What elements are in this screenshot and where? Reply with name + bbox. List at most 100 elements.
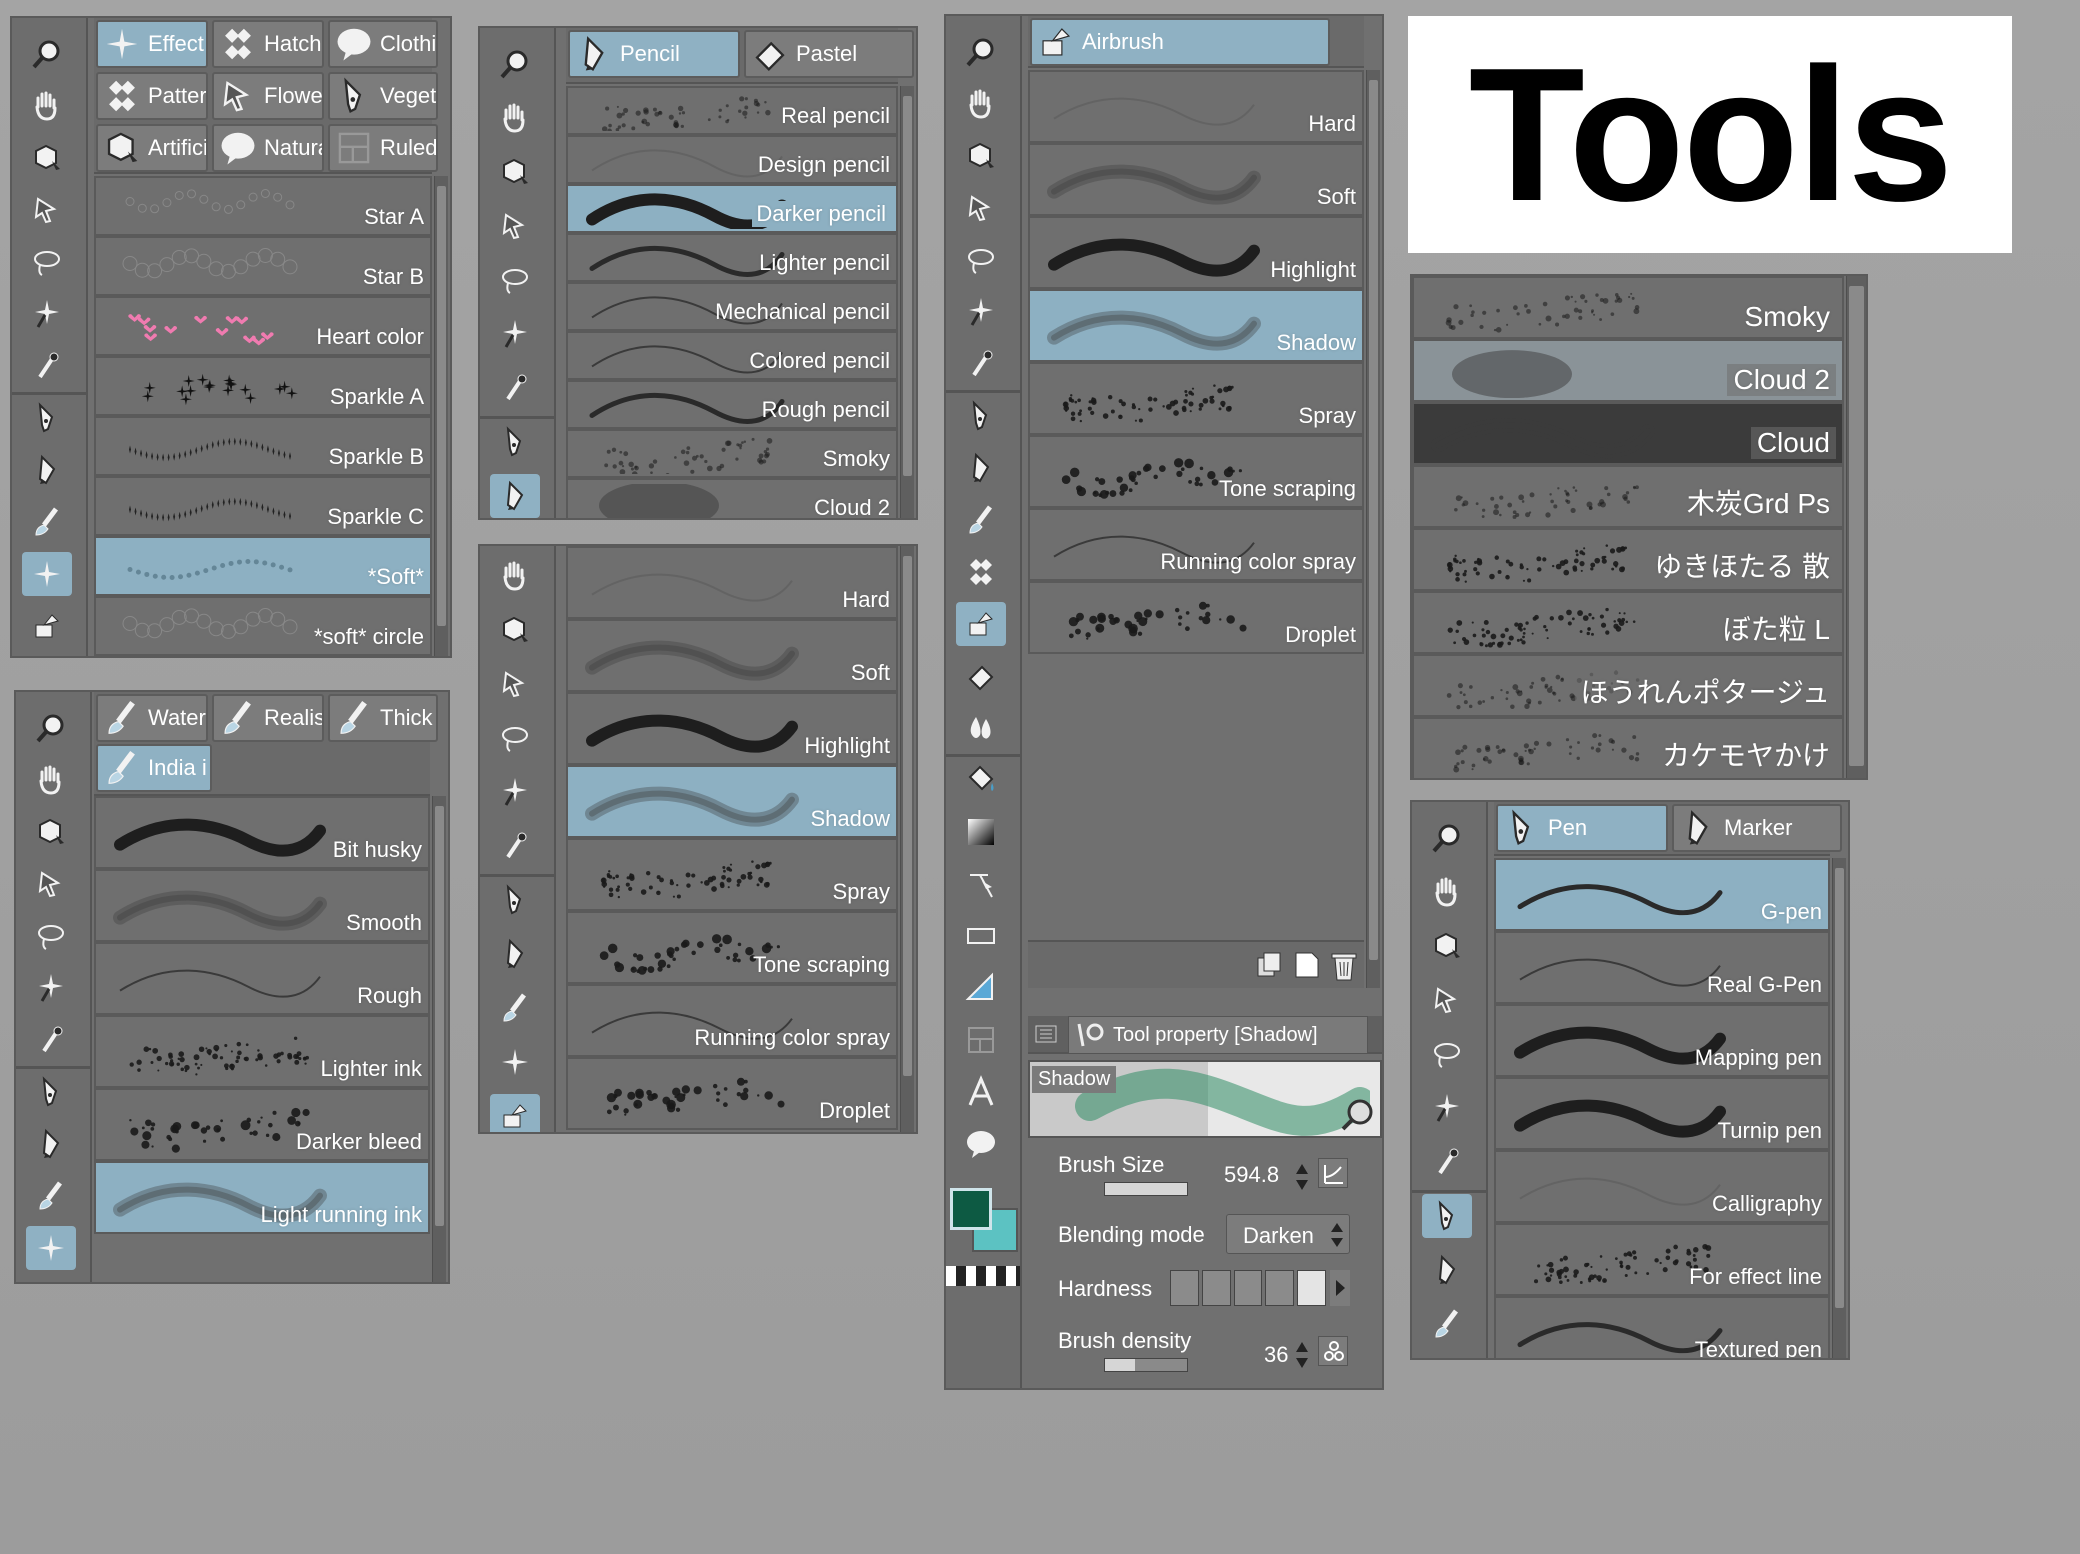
tool-pen[interactable] bbox=[22, 396, 72, 440]
tab-artifici[interactable]: Artifici bbox=[96, 124, 208, 172]
subtool-item[interactable]: 木炭Grd Ps bbox=[1412, 465, 1844, 528]
subtool-item[interactable]: G-pen bbox=[1494, 858, 1830, 931]
scrollbar[interactable] bbox=[900, 546, 914, 1132]
subtool-item[interactable]: Star A bbox=[94, 176, 432, 236]
tool-pencil[interactable] bbox=[22, 448, 72, 492]
subtool-item[interactable]: Rough pencil bbox=[566, 380, 898, 429]
tool-magic-wand[interactable] bbox=[490, 770, 540, 814]
subtool-item[interactable]: Hard bbox=[566, 546, 898, 619]
subtool-item[interactable]: Cloud bbox=[1412, 402, 1844, 465]
tool-zoom[interactable] bbox=[22, 32, 72, 76]
tool-hand[interactable] bbox=[490, 554, 540, 598]
subtool-item[interactable]: Darker pencil bbox=[566, 184, 898, 233]
tool-hand[interactable] bbox=[956, 82, 1006, 126]
tool-ruler[interactable] bbox=[956, 966, 1006, 1010]
scrollbar[interactable] bbox=[1832, 858, 1846, 1358]
brush-size-stepper[interactable] bbox=[1294, 1160, 1310, 1194]
subtool-item[interactable]: Darker bleed bbox=[94, 1088, 430, 1161]
tool-move-layer[interactable] bbox=[490, 150, 540, 194]
tool-pencil[interactable] bbox=[26, 1122, 76, 1166]
tool-zoom[interactable] bbox=[956, 30, 1006, 74]
tab-effect[interactable]: Effect bbox=[96, 20, 208, 68]
tool-move-layer[interactable] bbox=[26, 810, 76, 854]
tab-thick[interactable]: Thick bbox=[328, 694, 438, 742]
subtool-item[interactable]: Highlight bbox=[566, 692, 898, 765]
copy-subtool-icon[interactable] bbox=[1254, 950, 1284, 980]
tool-magic-wand[interactable] bbox=[490, 312, 540, 356]
transparent-color-swatch[interactable] bbox=[946, 1266, 1020, 1286]
brush-preview-zoom-icon[interactable] bbox=[1340, 1096, 1376, 1132]
tab-natura[interactable]: Natura bbox=[212, 124, 324, 172]
tab-flowe[interactable]: Flowe bbox=[212, 72, 324, 120]
trash-icon[interactable] bbox=[1328, 948, 1360, 982]
tool-hand[interactable] bbox=[490, 96, 540, 140]
subtool-item[interactable]: Cloud 2 bbox=[1412, 339, 1844, 402]
tab-airbrush[interactable]: Airbrush bbox=[1030, 18, 1330, 66]
subtool-item[interactable]: ゆきほたる 散 bbox=[1412, 528, 1844, 591]
tool-operation[interactable] bbox=[22, 188, 72, 232]
tool-decoration[interactable] bbox=[22, 552, 72, 596]
tool-balloon[interactable] bbox=[956, 1122, 1006, 1166]
subtool-item[interactable]: Shadow bbox=[566, 765, 898, 838]
tool-pen[interactable] bbox=[956, 394, 1006, 438]
tool-lasso[interactable] bbox=[26, 914, 76, 958]
tool-operation[interactable] bbox=[956, 186, 1006, 230]
tool-airbrush[interactable] bbox=[490, 1094, 540, 1132]
tool-magic-wand[interactable] bbox=[26, 966, 76, 1010]
subtool-item[interactable]: ぼた粒 L bbox=[1412, 591, 1844, 654]
subtool-item[interactable]: *Soft* bbox=[94, 536, 432, 596]
brush-density-slider[interactable] bbox=[1104, 1358, 1188, 1372]
scrollbar[interactable] bbox=[1846, 276, 1866, 778]
tool-magic-wand[interactable] bbox=[1422, 1086, 1472, 1130]
tool-zoom[interactable] bbox=[490, 42, 540, 86]
subtool-item[interactable]: Light running ink bbox=[94, 1161, 430, 1234]
brush-size-slider[interactable] bbox=[1104, 1182, 1188, 1196]
tool-brush[interactable] bbox=[22, 500, 72, 544]
brush-density-stepper[interactable] bbox=[1294, 1338, 1310, 1372]
tool-brush[interactable] bbox=[956, 498, 1006, 542]
tool-operation[interactable] bbox=[490, 204, 540, 248]
subtool-item[interactable]: Sparkle C bbox=[94, 476, 432, 536]
subtool-item[interactable]: Lighter pencil bbox=[566, 233, 898, 282]
tool-gradient[interactable] bbox=[956, 810, 1006, 854]
tool-eraser[interactable] bbox=[956, 654, 1006, 698]
tab-water[interactable]: Water bbox=[96, 694, 208, 742]
scrollbar[interactable] bbox=[900, 86, 914, 518]
subtool-item[interactable]: Star B bbox=[94, 236, 432, 296]
subtool-item[interactable]: Bit husky bbox=[94, 796, 430, 869]
tool-airbrush[interactable] bbox=[22, 604, 72, 648]
subtool-item[interactable]: Turnip pen bbox=[1494, 1077, 1830, 1150]
subtool-item[interactable]: Shadow bbox=[1028, 289, 1364, 362]
subtool-item[interactable]: Rough bbox=[94, 942, 430, 1015]
subtool-item[interactable]: ほうれんポタージュ bbox=[1412, 654, 1844, 717]
tool-move-layer[interactable] bbox=[1422, 924, 1472, 968]
density-settings-icon[interactable] bbox=[1318, 1336, 1348, 1366]
scrollbar[interactable] bbox=[432, 796, 446, 1282]
subtool-item[interactable]: Highlight bbox=[1028, 216, 1364, 289]
tool-move-layer[interactable] bbox=[22, 136, 72, 180]
subtool-item[interactable]: Hard bbox=[1028, 70, 1364, 143]
new-subtool-icon[interactable] bbox=[1292, 950, 1322, 980]
tool-airbrush[interactable] bbox=[956, 602, 1006, 646]
subtool-item[interactable]: Soft bbox=[1028, 143, 1364, 216]
tool-eyedropper[interactable] bbox=[22, 344, 72, 388]
tool-pen[interactable] bbox=[490, 878, 540, 922]
menu-icon[interactable] bbox=[1034, 1022, 1058, 1046]
tool-pencil[interactable] bbox=[956, 446, 1006, 490]
tool-brush[interactable] bbox=[26, 1174, 76, 1218]
tool-pen[interactable] bbox=[1422, 1194, 1472, 1238]
hardness-levels[interactable] bbox=[1170, 1270, 1326, 1306]
tool-zoom[interactable] bbox=[26, 706, 76, 750]
subtool-item[interactable]: Cloud 2 bbox=[566, 478, 898, 518]
tab-pen[interactable]: Pen bbox=[1496, 804, 1668, 852]
tool-zoom[interactable] bbox=[1422, 816, 1472, 860]
tool-lasso[interactable] bbox=[490, 258, 540, 302]
tool-brush[interactable] bbox=[490, 986, 540, 1030]
tool-eyedropper[interactable] bbox=[956, 342, 1006, 386]
tab-realis[interactable]: Realis bbox=[212, 694, 324, 742]
subtool-item[interactable]: Mapping pen bbox=[1494, 1004, 1830, 1077]
tool-pencil[interactable] bbox=[1422, 1248, 1472, 1292]
main-color-swatch[interactable] bbox=[950, 1188, 992, 1230]
pressure-settings-icon[interactable] bbox=[1318, 1158, 1348, 1188]
tool-hand[interactable] bbox=[22, 84, 72, 128]
